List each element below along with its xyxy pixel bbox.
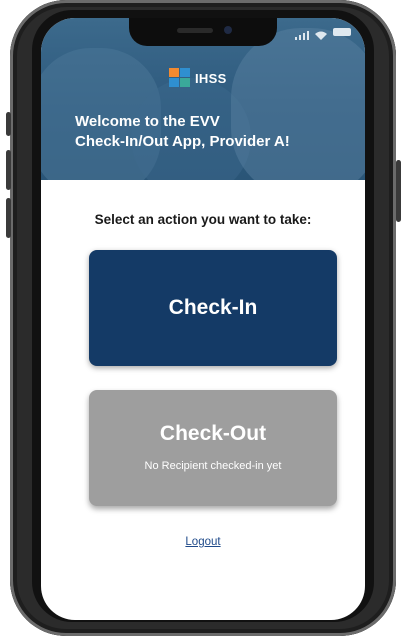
welcome-line-1: Welcome to the EVV <box>75 113 220 130</box>
check-out-label: Check-Out <box>159 422 267 445</box>
phone-volume-down-button <box>6 198 11 238</box>
welcome-heading: Welcome to the EVV Check-In/Out App, Pro… <box>75 112 345 152</box>
ihss-logo-icon <box>169 68 191 88</box>
welcome-line-2: Check-In/Out App, Provider A! <box>75 133 290 150</box>
phone-volume-up-button <box>6 150 11 190</box>
action-prompt: Select an action you want to take: <box>94 212 312 227</box>
logout-link[interactable]: Logout <box>41 536 365 548</box>
check-in-button[interactable]: Check-In <box>89 250 337 366</box>
app-screen: IHSS Welcome to the EVV Check-In/Out App… <box>41 18 365 620</box>
check-out-button[interactable]: Check-Out No Recipient checked-in yet <box>89 390 337 506</box>
check-in-label: Check-In <box>168 296 258 319</box>
status-bar <box>295 27 351 40</box>
phone-notch <box>129 18 277 46</box>
ihss-logo-text: IHSS <box>195 70 227 86</box>
phone-side-button <box>6 112 11 136</box>
header-photo-shape <box>231 28 365 180</box>
speaker-grille <box>177 28 213 33</box>
signal-icon <box>295 27 309 40</box>
front-camera <box>224 26 232 34</box>
wifi-icon <box>315 27 327 40</box>
ihss-logo: IHSS <box>169 68 227 88</box>
check-out-status-text: No Recipient checked-in yet <box>144 460 282 472</box>
battery-icon <box>333 27 351 36</box>
phone-power-button <box>396 160 401 222</box>
